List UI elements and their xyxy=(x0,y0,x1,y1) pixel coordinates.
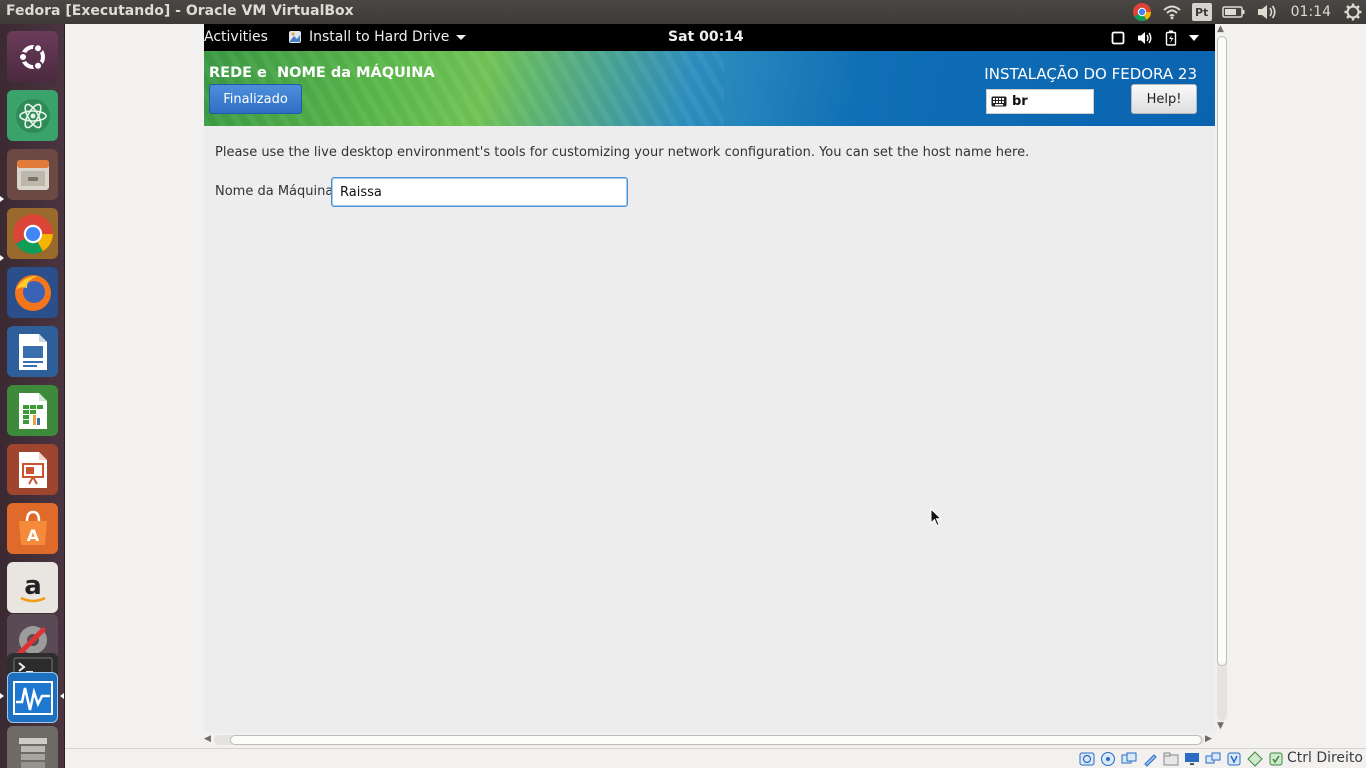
mouse-pointer-icon xyxy=(930,508,942,527)
activities-button[interactable]: Activities xyxy=(204,29,268,45)
network-icon[interactable] xyxy=(1205,751,1221,767)
vertical-scrollbar[interactable]: ▲ ▼ xyxy=(1215,24,1228,733)
scroll-down-icon[interactable]: ▼ xyxy=(1217,721,1224,731)
app-menu-label: Install to Hard Drive xyxy=(309,29,450,45)
shared-folder-icon[interactable] xyxy=(1163,751,1179,767)
instructions-text: Please use the live desktop environment'… xyxy=(215,145,1030,160)
gnome-top-bar: Activities Install to Hard Drive Sat 00:… xyxy=(204,24,1215,51)
optical-drive-icon[interactable] xyxy=(1100,751,1116,767)
libreoffice-calc-icon[interactable] xyxy=(7,385,58,436)
audio-icon[interactable] xyxy=(1121,751,1137,767)
libreoffice-impress-icon[interactable] xyxy=(7,444,58,495)
virtualbox-statusbar: Ctrl Direito xyxy=(65,748,1366,768)
unity-launcher: A a xyxy=(0,24,65,768)
battery-icon[interactable] xyxy=(1221,0,1246,24)
svg-text:a: a xyxy=(24,571,42,601)
window-title: Fedora [Executando] - Oracle VM VirtualB… xyxy=(6,3,354,19)
spoke-title: REDE e NOME da MÁQUINA xyxy=(209,65,435,81)
system-monitor-icon[interactable] xyxy=(7,672,58,723)
gnome-status-area[interactable] xyxy=(1099,24,1199,51)
gnome-clock[interactable]: Sat 00:14 xyxy=(668,29,744,45)
software-center-icon[interactable]: A xyxy=(7,503,58,554)
host-top-panel: Fedora [Executando] - Oracle VM VirtualB… xyxy=(0,0,1366,24)
anaconda-header: REDE e NOME da MÁQUINA Finalizado INSTAL… xyxy=(204,51,1215,126)
horizontal-scroll-thumb[interactable] xyxy=(230,735,1202,745)
amazon-icon[interactable]: a xyxy=(7,562,58,613)
libreoffice-writer-icon[interactable] xyxy=(7,326,58,377)
svg-text:A: A xyxy=(26,526,39,545)
power-gear-icon[interactable] xyxy=(1344,0,1362,24)
help-button[interactable]: Help! xyxy=(1131,84,1197,114)
chrome-icon[interactable] xyxy=(1132,0,1152,24)
usb-pen-icon[interactable] xyxy=(1142,751,1158,767)
display-icon[interactable] xyxy=(1184,751,1200,767)
vertical-scroll-thumb[interactable] xyxy=(1217,36,1227,666)
done-button[interactable]: Finalizado xyxy=(209,84,302,114)
files-icon[interactable] xyxy=(7,149,58,200)
host-clock[interactable]: 01:14 xyxy=(1291,4,1331,20)
running-indicator xyxy=(0,693,4,699)
caret-down-icon xyxy=(456,34,467,40)
keyboard-layout-label: br xyxy=(1012,94,1028,109)
ubuntu-dash-icon[interactable] xyxy=(7,31,58,82)
scroll-up-icon[interactable]: ▲ xyxy=(1217,24,1224,34)
guest-screen[interactable]: Activities Install to Hard Drive Sat 00:… xyxy=(204,24,1215,733)
language-icon[interactable]: Pt xyxy=(1191,0,1212,24)
atom-icon[interactable] xyxy=(7,90,58,141)
firefox-icon[interactable] xyxy=(7,267,58,318)
host-key-label: Ctrl Direito xyxy=(1286,750,1363,766)
battery-icon xyxy=(1165,30,1177,46)
scroll-right-icon[interactable]: ▶ xyxy=(1205,734,1212,744)
app-menu[interactable]: Install to Hard Drive xyxy=(288,29,467,45)
running-indicator xyxy=(0,196,4,202)
panel-indicators: Pt 01:14 xyxy=(1127,0,1366,24)
installer-icon xyxy=(289,31,301,43)
product-title: INSTALAÇÃO DO FEDORA 23 xyxy=(984,65,1197,83)
volume-icon xyxy=(1137,31,1153,45)
screen-icon xyxy=(1111,31,1125,45)
focused-indicator xyxy=(60,693,64,699)
scroll-left-icon[interactable]: ◀ xyxy=(204,734,211,744)
keyboard-icon xyxy=(991,96,1007,107)
language-badge: Pt xyxy=(1191,3,1212,21)
keyboard-layout-indicator[interactable]: br xyxy=(986,89,1094,114)
cpu-icon[interactable] xyxy=(1247,751,1263,767)
trash-icon[interactable] xyxy=(7,726,58,768)
volume-icon[interactable] xyxy=(1256,0,1278,24)
horizontal-scrollbar[interactable]: ◀ ▶ xyxy=(204,733,1215,746)
mouse-integration-icon[interactable] xyxy=(1268,751,1284,767)
hard-disk-icon[interactable] xyxy=(1079,751,1095,767)
hostname-input[interactable] xyxy=(331,177,628,207)
wifi-icon[interactable] xyxy=(1162,0,1182,24)
hostname-label: Nome da Máquina: xyxy=(215,184,338,199)
running-indicator xyxy=(0,255,4,261)
recording-icon[interactable] xyxy=(1226,751,1242,767)
chrome-icon[interactable] xyxy=(7,208,58,259)
statusbar-icons xyxy=(1074,751,1284,767)
system-menu-caret-icon xyxy=(1189,34,1199,41)
